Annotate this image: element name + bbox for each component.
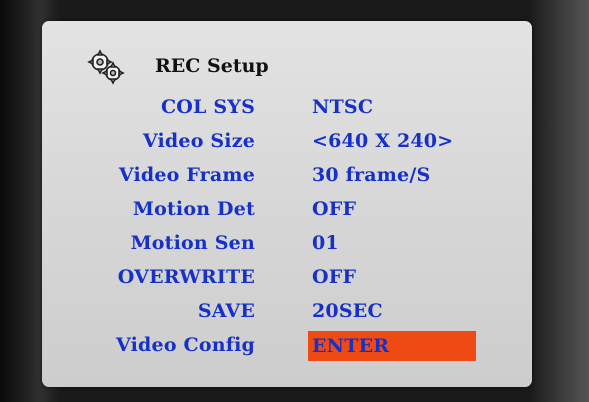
setting-label: Motion Det	[132, 198, 255, 220]
setting-label: COL SYS	[160, 96, 255, 118]
setting-row-motion-sen[interactable]: Motion Sen 01	[42, 232, 502, 260]
setting-row-col-sys[interactable]: COL SYS NTSC	[42, 96, 502, 124]
setting-row-video-size[interactable]: Video Size <640 X 240>	[42, 130, 502, 158]
rec-setup-panel: REC Setup COL SYS NTSC Video Size <640 X…	[42, 21, 532, 387]
setting-row-video-frame[interactable]: Video Frame 30 frame/S	[42, 164, 502, 192]
setting-value[interactable]: 30 frame/S	[312, 164, 430, 186]
setting-label: SAVE	[197, 300, 255, 322]
setting-value[interactable]: OFF	[312, 266, 356, 288]
menu-title: REC Setup	[155, 55, 269, 77]
enter-button[interactable]: ENTER	[308, 331, 476, 361]
setting-row-overwrite[interactable]: OVERWRITE OFF	[42, 266, 502, 294]
setting-value[interactable]: NTSC	[312, 96, 373, 118]
setting-row-video-config[interactable]: Video Config ENTER	[42, 331, 502, 362]
setting-value[interactable]: OFF	[312, 198, 356, 220]
gears-icon	[87, 49, 125, 87]
setting-label: OVERWRITE	[117, 266, 255, 288]
setting-row-save[interactable]: SAVE 20SEC	[42, 300, 502, 328]
setting-row-motion-det[interactable]: Motion Det OFF	[42, 198, 502, 226]
setting-label: Video Config	[116, 334, 255, 356]
tv-screen: REC Setup COL SYS NTSC Video Size <640 X…	[0, 0, 589, 402]
setting-value[interactable]: 20SEC	[312, 300, 383, 322]
setting-label: Video Frame	[118, 164, 255, 186]
setting-value[interactable]: <640 X 240>	[312, 130, 453, 152]
setting-label: Video Size	[142, 130, 255, 152]
setting-label: Motion Sen	[130, 232, 255, 254]
setting-value[interactable]: 01	[312, 232, 339, 254]
